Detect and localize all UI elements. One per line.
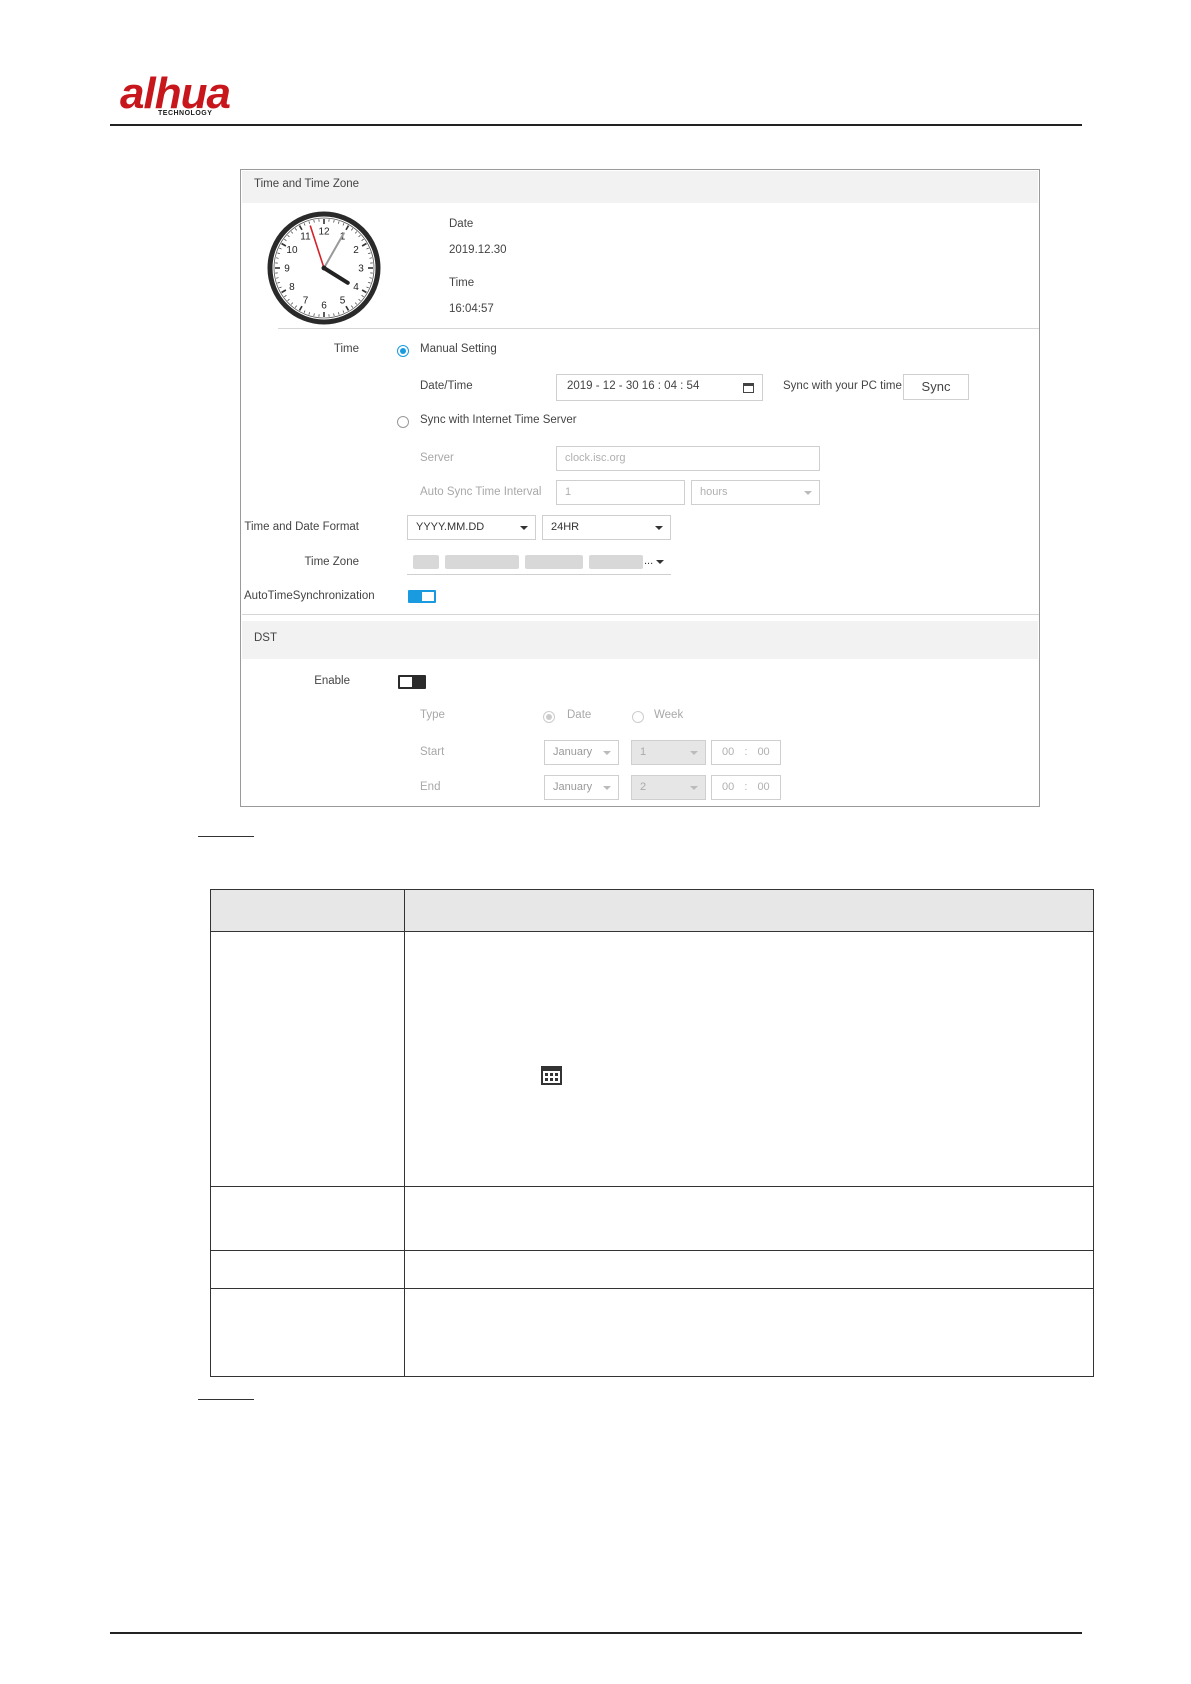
dst-type-date-label: Date: [567, 709, 592, 721]
clock-numeral: 5: [340, 296, 346, 307]
sync-pc-label: Sync with your PC time: [783, 380, 902, 392]
clock-numeral: 6: [321, 301, 327, 312]
hour-format-value: 24HR: [551, 521, 580, 533]
header-rule: [110, 124, 1082, 126]
calendar-icon: [541, 1066, 562, 1085]
interval-input[interactable]: 1: [556, 480, 685, 505]
redacted-timezone: [589, 555, 643, 569]
clock-numeral: 8: [289, 282, 295, 293]
step-caption-rule: [198, 1399, 254, 1400]
sync-button[interactable]: Sync: [903, 374, 969, 400]
logo-subtitle: TECHNOLOGY: [158, 110, 213, 117]
auto-sync-toggle[interactable]: [408, 590, 436, 603]
clock-numeral: 9: [284, 264, 290, 275]
section-title: Time and Time Zone: [254, 178, 360, 190]
dst-title: DST: [254, 632, 277, 644]
chevron-down-icon: [603, 751, 611, 755]
dst-start-label: Start: [420, 746, 445, 758]
table-cell: [404, 1185, 1094, 1251]
table-header-cell: [210, 888, 405, 933]
dst-type-week-radio[interactable]: [632, 711, 644, 723]
time-value: 16:04:57: [449, 303, 494, 315]
table-cell: [404, 1287, 1094, 1378]
dst-enable-toggle[interactable]: [398, 675, 426, 689]
chevron-down-icon: [804, 491, 812, 495]
redacted-timezone: [445, 555, 519, 569]
clock-numeral: 11: [300, 231, 311, 242]
server-input[interactable]: clock.isc.org: [556, 446, 820, 471]
table-cell: [210, 1287, 405, 1378]
timezone-select[interactable]: ...: [407, 550, 671, 575]
table-cell: [404, 931, 1094, 1187]
dst-end-day-value: 2: [640, 781, 647, 793]
date-format-select[interactable]: YYYY.MM.DD: [407, 515, 536, 540]
clock-numeral: 12: [318, 227, 330, 238]
dst-end-label: End: [420, 781, 441, 793]
table-cell: [404, 1249, 1094, 1289]
table-cell: [210, 1249, 405, 1289]
dst-section-header: DST: [242, 621, 1038, 659]
chevron-down-icon: [690, 786, 698, 790]
datetime-label: Date/Time: [420, 380, 473, 392]
chevron-down-icon: [656, 560, 664, 564]
chevron-down-icon: [520, 526, 528, 530]
manual-setting-radio[interactable]: [397, 345, 409, 357]
footer-rule: [110, 1632, 1082, 1634]
interval-label: Auto Sync Time Interval: [420, 486, 542, 498]
datetime-value: 2019 - 12 - 30 16 : 04 : 54: [567, 380, 700, 392]
analog-clock-icon: 121234567891011: [267, 211, 381, 325]
timezone-ellipsis: ...: [644, 555, 654, 567]
dst-end-month-value: January: [553, 781, 593, 793]
dst-end-month-select[interactable]: January: [544, 775, 619, 800]
dst-type-date-radio[interactable]: [543, 711, 555, 723]
dst-start-time-input[interactable]: 00 : 00: [711, 740, 781, 765]
clock-numeral: 3: [358, 264, 364, 275]
dst-start-month-select[interactable]: January: [544, 740, 619, 765]
dst-type-week-label: Week: [654, 709, 684, 721]
dst-enable-label: Enable: [314, 675, 350, 687]
date-value: 2019.12.30: [449, 244, 507, 256]
time-label: Time: [449, 277, 475, 289]
dst-start-day-value: 1: [640, 746, 647, 758]
dst-type-label: Type: [420, 709, 445, 721]
date-label: Date: [449, 218, 474, 230]
table-cell: [210, 931, 405, 1187]
divider: [242, 614, 1039, 615]
clock-numeral: 10: [286, 245, 298, 256]
clock-numeral: 2: [353, 245, 359, 256]
figure-caption-rule: [198, 836, 254, 837]
interval-unit-value: hours: [700, 486, 728, 498]
manual-setting-label: Manual Setting: [420, 343, 497, 355]
datetime-input[interactable]: 2019 - 12 - 30 16 : 04 : 54: [556, 374, 763, 401]
calendar-icon[interactable]: [743, 383, 754, 393]
chevron-down-icon: [603, 786, 611, 790]
chevron-down-icon: [690, 751, 698, 755]
redacted-timezone: [413, 555, 439, 569]
clock-numeral: 4: [353, 282, 359, 293]
table-header-cell: [404, 888, 1094, 933]
dst-end-time-input[interactable]: 00 : 00: [711, 775, 781, 800]
server-label: Server: [420, 452, 454, 464]
clock-numeral: 7: [303, 296, 309, 307]
interval-unit-select[interactable]: hours: [691, 480, 820, 505]
divider: [278, 328, 1039, 329]
internet-sync-radio[interactable]: [397, 416, 409, 428]
time-zone-section-header: Time and Time Zone: [242, 171, 1038, 203]
hour-format-select[interactable]: 24HR: [542, 515, 671, 540]
dst-start-month-value: January: [553, 746, 593, 758]
date-format-value: YYYY.MM.DD: [416, 521, 485, 533]
dst-start-day-select[interactable]: 1: [631, 740, 706, 765]
timezone-label: Time Zone: [304, 556, 359, 568]
dst-end-day-select[interactable]: 2: [631, 775, 706, 800]
internet-sync-label: Sync with Internet Time Server: [420, 414, 577, 426]
redacted-timezone: [525, 555, 583, 569]
format-label: Time and Date Format: [244, 521, 359, 533]
time-mode-label: Time: [333, 343, 359, 355]
parameter-table: [210, 888, 1094, 1378]
chevron-down-icon: [655, 526, 663, 530]
auto-sync-label: AutoTimeSynchronization: [244, 590, 375, 602]
table-cell: [210, 1185, 405, 1251]
time-settings-screenshot: Time and Time Zone 121234567891011 Date …: [240, 169, 1040, 807]
